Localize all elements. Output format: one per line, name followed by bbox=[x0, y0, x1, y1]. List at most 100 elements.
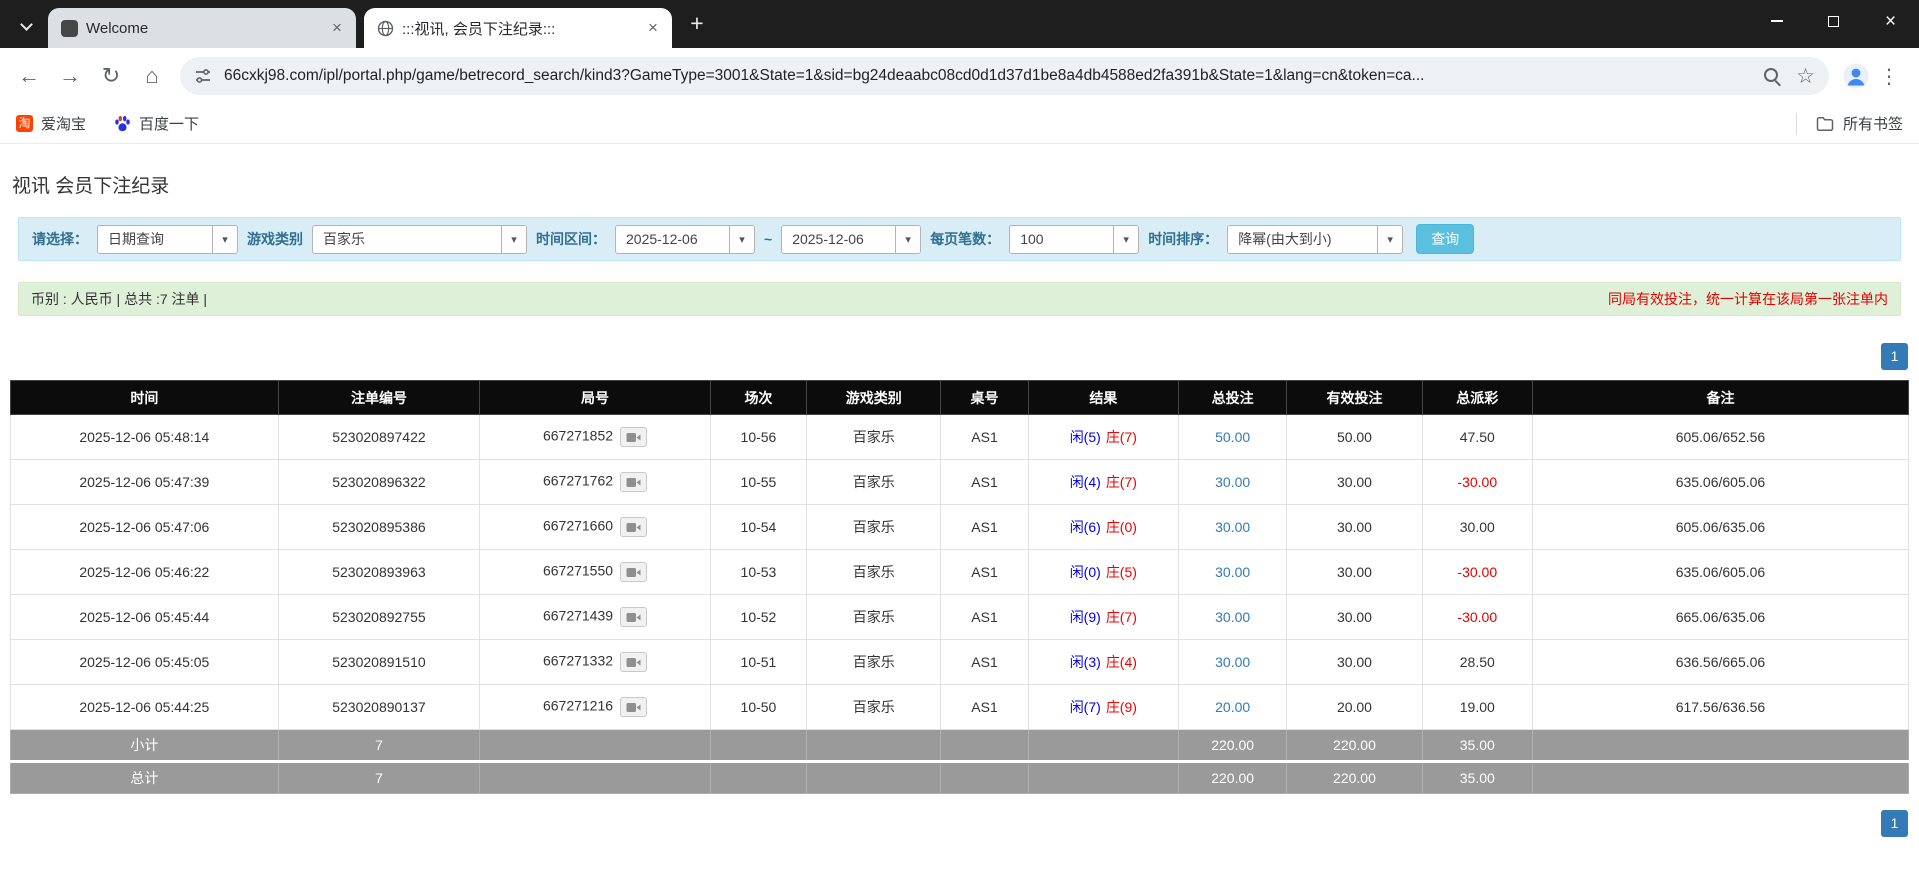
video-icon[interactable] bbox=[620, 517, 648, 537]
cell-round: 667271332 bbox=[479, 639, 711, 685]
cell-total-bet-link[interactable]: 30.00 bbox=[1178, 549, 1288, 595]
pagination-top: 1 bbox=[10, 343, 1908, 370]
round-number: 667271332 bbox=[542, 652, 614, 669]
result-banker: 庄(5) bbox=[1105, 564, 1137, 580]
page-1-button[interactable]: 1 bbox=[1881, 810, 1908, 837]
forward-button[interactable]: → bbox=[51, 57, 89, 95]
cell-bet-id: 523020891510 bbox=[277, 639, 481, 685]
query-type-select[interactable]: 日期查询 ▾ bbox=[97, 224, 238, 254]
menu-icon[interactable]: ⋮ bbox=[1873, 64, 1905, 89]
round-number: 667271762 bbox=[542, 472, 614, 489]
cell-total-bet-link[interactable]: 20.00 bbox=[1178, 684, 1288, 730]
cell-total-bet-link[interactable]: 30.00 bbox=[1178, 594, 1288, 640]
chevron-down-icon[interactable]: ▾ bbox=[729, 225, 754, 253]
cell-total-bet-link[interactable]: 30.00 bbox=[1178, 504, 1288, 550]
video-icon[interactable] bbox=[620, 607, 648, 627]
back-button[interactable]: ← bbox=[10, 57, 48, 95]
chevron-down-icon[interactable]: ▾ bbox=[1113, 225, 1139, 253]
tab-search-button[interactable] bbox=[10, 10, 42, 42]
cell-session: 10-52 bbox=[709, 594, 808, 640]
folder-icon bbox=[1816, 116, 1834, 131]
cell-time: 2025-12-06 05:48:14 bbox=[10, 414, 279, 460]
search-button[interactable]: 查询 bbox=[1416, 224, 1475, 254]
result-player: 闲(5) bbox=[1069, 429, 1101, 445]
cell-game: 百家乐 bbox=[806, 459, 942, 505]
chevron-down-icon[interactable]: ▾ bbox=[212, 225, 237, 253]
sort-select[interactable]: 降幂(由大到小) ▾ bbox=[1227, 224, 1404, 254]
empty-cell bbox=[1531, 729, 1910, 762]
cell-note: 617.56/636.56 bbox=[1531, 684, 1910, 730]
tune-icon[interactable] bbox=[194, 67, 212, 85]
tab-betrecord[interactable]: :::视讯, 会员下注纪录::: × bbox=[364, 8, 672, 48]
bookmark-baidu[interactable]: 百度一下 bbox=[114, 113, 199, 134]
close-icon[interactable]: × bbox=[642, 17, 664, 39]
window-controls: × bbox=[1748, 0, 1919, 42]
cell-table-no: AS1 bbox=[940, 639, 1029, 685]
close-window-button[interactable]: × bbox=[1862, 0, 1919, 42]
cell-round: 667271216 bbox=[479, 684, 711, 730]
video-icon[interactable] bbox=[620, 427, 648, 447]
reload-button[interactable]: ↻ bbox=[92, 57, 130, 95]
cell-note: 635.06/605.06 bbox=[1531, 549, 1910, 595]
page-size-select[interactable]: 100 ▾ bbox=[1009, 224, 1140, 254]
url-text[interactable]: 66cxkj98.com/ipl/portal.php/game/betreco… bbox=[224, 67, 1751, 85]
minimize-button[interactable] bbox=[1748, 0, 1805, 42]
subtotal-count: 7 bbox=[277, 729, 481, 762]
cell-time: 2025-12-06 05:45:05 bbox=[10, 639, 279, 685]
empty-cell bbox=[1531, 760, 1910, 794]
date-from-select[interactable]: 2025-12-06 ▾ bbox=[615, 224, 755, 254]
page-1-button[interactable]: 1 bbox=[1881, 343, 1908, 370]
cell-valid-bet: 20.00 bbox=[1286, 684, 1423, 730]
empty-cell bbox=[709, 760, 808, 794]
home-button[interactable]: ⌂ bbox=[133, 57, 171, 95]
close-icon[interactable]: × bbox=[326, 17, 348, 39]
cell-valid-bet: 30.00 bbox=[1286, 504, 1423, 550]
subtotal-row: 小计 7 220.00 220.00 35.00 bbox=[10, 729, 1910, 762]
all-bookmarks-label: 所有书签 bbox=[1842, 116, 1903, 133]
video-icon[interactable] bbox=[620, 562, 648, 582]
total-payout: 35.00 bbox=[1421, 760, 1533, 794]
summary-notice: 同局有效投注，统一计算在该局第一张注单内 bbox=[1608, 291, 1888, 307]
tab-title: :::视讯, 会员下注纪录::: bbox=[402, 20, 556, 38]
cell-total-bet-link[interactable]: 30.00 bbox=[1178, 639, 1288, 685]
chevron-down-icon[interactable]: ▾ bbox=[1377, 225, 1403, 253]
cell-note: 635.06/605.06 bbox=[1531, 459, 1910, 505]
cell-total-bet-link[interactable]: 50.00 bbox=[1178, 414, 1288, 460]
chevron-down-icon[interactable]: ▾ bbox=[501, 225, 526, 253]
empty-cell bbox=[806, 729, 942, 762]
tab-welcome[interactable]: Welcome × bbox=[48, 8, 356, 48]
video-icon[interactable] bbox=[620, 652, 648, 672]
cell-result: 闲(5) 庄(7) bbox=[1027, 414, 1180, 460]
table-row: 2025-12-06 05:46:22 523020893963 6672715… bbox=[10, 549, 1910, 595]
pagination-bottom: 1 bbox=[10, 810, 1908, 837]
video-icon[interactable] bbox=[620, 697, 648, 717]
cell-valid-bet: 50.00 bbox=[1286, 414, 1423, 460]
cell-round: 667271439 bbox=[479, 594, 711, 640]
date-to-select[interactable]: 2025-12-06 ▾ bbox=[781, 224, 922, 254]
total-row: 总计 7 220.00 220.00 35.00 bbox=[10, 760, 1910, 794]
address-bar[interactable]: 66cxkj98.com/ipl/portal.php/game/betreco… bbox=[180, 57, 1829, 95]
game-type-select[interactable]: 百家乐 ▾ bbox=[312, 224, 527, 254]
chevron-down-icon[interactable]: ▾ bbox=[895, 225, 921, 253]
cell-session: 10-53 bbox=[709, 549, 808, 595]
round-number: 667271550 bbox=[542, 562, 614, 579]
maximize-button[interactable] bbox=[1805, 0, 1862, 42]
page-size-label: 每页笔数： bbox=[930, 231, 1001, 247]
bookmark-aitaobao[interactable]: 淘 爱淘宝 bbox=[16, 113, 86, 134]
new-tab-button[interactable]: + bbox=[682, 9, 712, 39]
cell-payout: 30.00 bbox=[1421, 504, 1533, 550]
cell-game: 百家乐 bbox=[806, 684, 942, 730]
bookmark-star-icon[interactable]: ☆ bbox=[1796, 64, 1815, 89]
video-icon[interactable] bbox=[620, 472, 648, 492]
cell-bet-id: 523020893963 bbox=[277, 549, 481, 595]
cell-valid-bet: 30.00 bbox=[1286, 459, 1423, 505]
browser-toolbar: ← → ↻ ⌂ 66cxkj98.com/ipl/portal.php/game… bbox=[0, 48, 1919, 104]
subtotal-payout: 35.00 bbox=[1421, 729, 1533, 762]
table-row: 2025-12-06 05:47:06 523020895386 6672716… bbox=[10, 504, 1910, 550]
taobao-icon: 淘 bbox=[16, 115, 33, 132]
cell-total-bet-link[interactable]: 30.00 bbox=[1178, 459, 1288, 505]
all-bookmarks-button[interactable]: 所有书签 bbox=[1795, 112, 1903, 135]
profile-avatar-icon[interactable] bbox=[1839, 59, 1873, 93]
zoom-icon[interactable] bbox=[1763, 67, 1782, 86]
cell-session: 10-56 bbox=[709, 414, 808, 460]
